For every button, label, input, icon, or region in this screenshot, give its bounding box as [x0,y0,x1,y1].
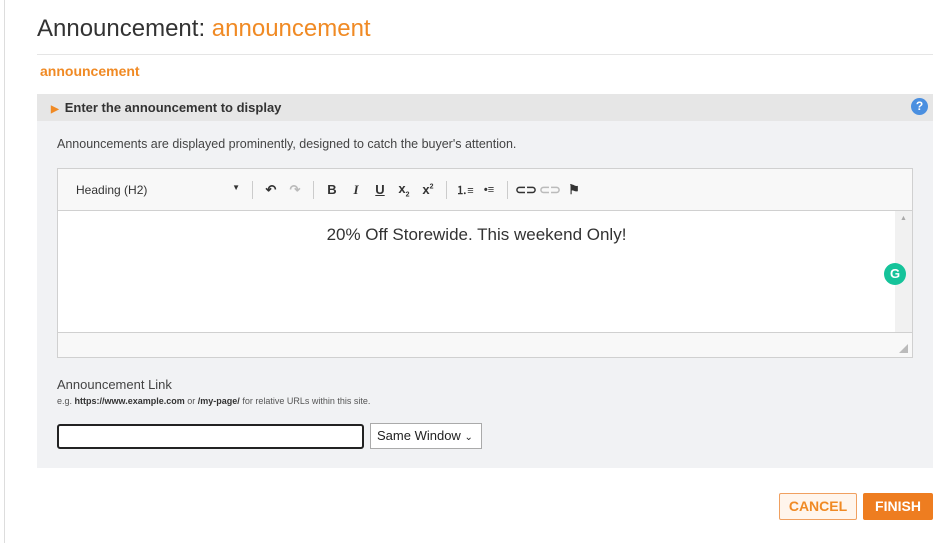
subtitle: announcement [40,63,140,79]
cancel-button[interactable]: CANCEL [779,493,857,520]
link-hint: e.g. https://www.example.com or /my-page… [57,396,371,406]
bullet-list-icon[interactable]: •≡ [477,184,501,196]
link-label: Announcement Link [57,377,172,392]
finish-button[interactable]: FINISH [863,493,933,520]
rich-text-editor: Heading (H2) ▼ ↶ ↷ B I U x2 x2 ⒈≡ •≡ ⊂⊃ ⊂… [57,168,913,358]
bold-icon[interactable]: B [320,182,344,197]
chevron-down-icon: ⌄ [464,432,473,443]
unlink-icon[interactable]: ⊂⊃ [538,182,562,198]
separator [252,180,253,199]
announcement-name: announcement [211,15,371,42]
subscript-icon[interactable]: x2 [392,181,416,199]
italic-icon[interactable]: I [344,182,368,198]
editor-statusbar [58,332,912,357]
caret-right-icon: ▶ [51,104,59,115]
page-title: Announcement: announcement [37,15,371,42]
undo-icon[interactable]: ↶ [259,182,283,198]
anchor-flag-icon[interactable]: ⚑ [562,182,586,198]
announcement-link-input[interactable] [57,424,364,449]
left-border [4,0,5,543]
superscript-icon[interactable]: x2 [416,182,440,197]
underline-icon[interactable]: U [368,182,392,197]
separator [446,180,447,199]
dropdown-arrow-icon: ▼ [232,182,240,192]
separator [313,180,314,199]
grammarly-icon[interactable]: G [884,263,906,285]
section-header[interactable]: ▶ Enter the announcement to display ? [37,94,933,121]
resize-handle-icon[interactable] [899,344,908,353]
link-icon[interactable]: ⊂⊃ [514,182,538,198]
editor-content[interactable]: 20% Off Storewide. This weekend Only! [58,211,895,332]
link-target-select[interactable]: Same Window ⌄ [370,423,482,449]
editor-toolbar: Heading (H2) ▼ ↶ ↷ B I U x2 x2 ⒈≡ •≡ ⊂⊃ ⊂… [58,169,912,211]
redo-icon[interactable]: ↷ [283,182,307,198]
description: Announcements are displayed prominently,… [57,137,517,151]
announcement-panel: Announcements are displayed prominently,… [37,121,933,468]
numbered-list-icon[interactable]: ⒈≡ [453,182,477,198]
separator [507,180,508,199]
divider [37,54,933,55]
format-dropdown[interactable]: Heading (H2) ▼ [76,183,246,197]
help-icon[interactable]: ? [911,98,928,115]
